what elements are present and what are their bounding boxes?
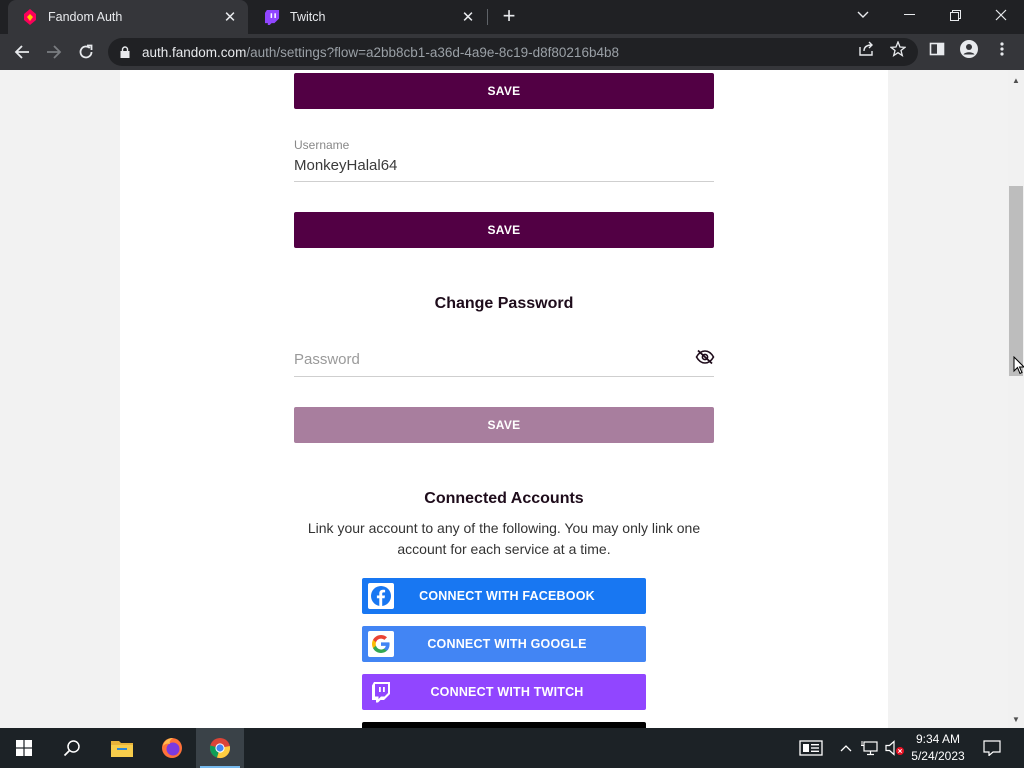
- back-arrow-icon[interactable]: [8, 38, 36, 66]
- mouse-cursor-icon: [1013, 355, 1024, 380]
- windows-start-icon[interactable]: [0, 728, 48, 768]
- profile-avatar-icon[interactable]: [960, 40, 978, 58]
- connected-accounts-heading: Connected Accounts: [424, 490, 584, 507]
- page-scrollbar[interactable]: ▲ ▼: [1008, 70, 1024, 728]
- tab-search-chevron-down-icon[interactable]: [840, 0, 886, 30]
- close-window-icon[interactable]: [978, 0, 1024, 30]
- connected-accounts-description: Link your account to any of the followin…: [307, 520, 701, 557]
- connect-twitch-button[interactable]: CONNECT WITH TWITCH: [362, 674, 646, 710]
- settings-card: SAVE Username MonkeyHalal64 SAVE Change …: [120, 70, 888, 728]
- url-host: auth.fandom.com: [142, 44, 247, 60]
- windows-taskbar: 9:34 AM 5/24/2023: [0, 728, 1024, 768]
- password-field[interactable]: Password: [294, 351, 360, 368]
- fandom-favicon-icon: [22, 9, 38, 25]
- file-explorer-icon[interactable]: [98, 728, 146, 768]
- connect-google-label: CONNECT WITH GOOGLE: [427, 637, 587, 651]
- scroll-down-arrow-icon[interactable]: ▼: [1008, 711, 1024, 727]
- connect-facebook-label: CONNECT WITH FACEBOOK: [419, 589, 595, 603]
- menu-kebab-icon[interactable]: [993, 40, 1011, 58]
- tab-separator: [487, 9, 488, 25]
- page-viewport: SAVE Username MonkeyHalal64 SAVE Change …: [0, 70, 1008, 728]
- lock-icon[interactable]: [120, 46, 132, 58]
- save-username-button[interactable]: SAVE: [294, 212, 714, 248]
- google-icon: [368, 631, 394, 657]
- chevron-up-icon[interactable]: [838, 740, 854, 756]
- close-tab-icon[interactable]: ✕: [218, 5, 242, 29]
- network-icon[interactable]: [860, 740, 882, 756]
- minimize-icon[interactable]: [886, 0, 932, 30]
- address-bar[interactable]: auth.fandom.com/auth/settings?flow=a2bb8…: [108, 38, 918, 66]
- url-path: /auth/settings?flow=a2bb8cb1-a36d-4a9e-8…: [246, 44, 619, 60]
- browser-tab-bar: Fandom Auth ✕ Twitch ✕ +: [0, 0, 1024, 34]
- tab-title: Fandom Auth: [48, 10, 123, 24]
- username-label: Username: [294, 138, 350, 152]
- connect-twitch-label: CONNECT WITH TWITCH: [430, 685, 584, 699]
- save-password-button[interactable]: SAVE: [294, 407, 714, 443]
- taskbar-clock[interactable]: 9:34 AM 5/24/2023: [906, 731, 970, 765]
- firefox-icon[interactable]: [148, 728, 196, 768]
- browser-toolbar: auth.fandom.com/auth/settings?flow=a2bb8…: [0, 34, 1024, 70]
- tab-fandom-auth[interactable]: Fandom Auth ✕: [8, 0, 248, 34]
- tab-twitch[interactable]: Twitch ✕: [250, 0, 486, 34]
- eye-slash-icon[interactable]: [695, 349, 715, 365]
- scroll-up-arrow-icon[interactable]: ▲: [1008, 72, 1024, 88]
- side-panel-icon[interactable]: [928, 40, 946, 58]
- connect-facebook-button[interactable]: CONNECT WITH FACEBOOK: [362, 578, 646, 614]
- notification-center-icon[interactable]: [982, 740, 1002, 756]
- news-widget-icon[interactable]: [798, 740, 824, 756]
- url-text[interactable]: auth.fandom.com/auth/settings?flow=a2bb8…: [142, 45, 619, 60]
- clock-date: 5/24/2023: [911, 749, 965, 763]
- username-underline: [294, 181, 714, 182]
- search-icon[interactable]: [48, 728, 96, 768]
- chrome-icon[interactable]: [196, 728, 244, 768]
- twitch-favicon-icon: [264, 9, 280, 25]
- restore-icon[interactable]: [932, 0, 978, 30]
- change-password-heading: Change Password: [434, 295, 574, 312]
- connect-google-button[interactable]: CONNECT WITH GOOGLE: [362, 626, 646, 662]
- save-button[interactable]: SAVE: [294, 73, 714, 109]
- scrollbar-thumb[interactable]: [1009, 186, 1023, 376]
- new-tab-icon[interactable]: +: [497, 5, 521, 29]
- share-icon[interactable]: [857, 40, 875, 58]
- password-underline: [294, 376, 714, 377]
- facebook-icon: [368, 583, 394, 609]
- forward-arrow-icon[interactable]: [40, 38, 68, 66]
- bookmark-star-icon[interactable]: [889, 40, 907, 58]
- close-tab-icon[interactable]: ✕: [456, 5, 480, 29]
- tab-title: Twitch: [290, 10, 326, 24]
- reload-icon[interactable]: [72, 38, 100, 66]
- twitch-icon: [368, 679, 394, 705]
- volume-muted-icon[interactable]: [884, 740, 906, 756]
- username-field[interactable]: MonkeyHalal64: [294, 157, 397, 174]
- clock-time: 9:34 AM: [915, 732, 961, 746]
